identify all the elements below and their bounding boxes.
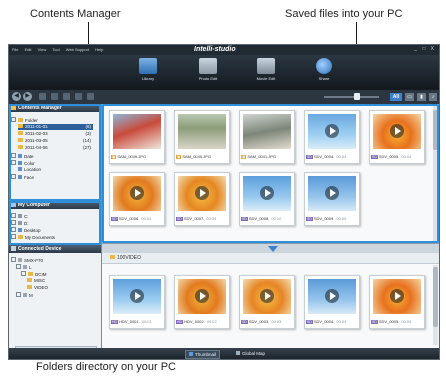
play-icon [260,289,274,303]
device-folder-header: 100VIDEO [102,253,439,264]
play-icon [325,289,339,303]
tab-library[interactable]: Library [123,57,173,81]
callout-folders-directory: Folders directory on your PC [36,361,176,373]
video-thumbnail [308,279,356,314]
collapse-icon [16,264,21,269]
back-icon[interactable]: ◀ [12,92,21,101]
folder-icon [110,255,115,259]
menu-item-edit[interactable]: Edit [25,47,32,52]
toolbar-icon[interactable] [75,93,82,100]
movie-edit-icon [257,58,275,74]
tab-movie-edit-label: Movie Edit [256,76,276,81]
camcorder-icon [18,258,22,262]
device-thumbnail-item[interactable]: SD SDV_0004. 00:04 [304,275,360,329]
tab-photo-edit-label: Photo Edit [198,76,218,81]
photo-edit-icon [199,58,217,74]
callout-saved-files: Saved files into your PC [285,8,403,20]
collapse-icon [11,257,16,262]
tree-item-smx-f70[interactable]: SMX-F70 [11,257,43,263]
intelli-studio-window: File Edit View Tool Web Support Help Int… [8,44,440,360]
callout-contents-manager: Contents Manager [30,8,121,20]
device-thumbnail-item[interactable]: SD SDV_0005. 00:05 [369,275,425,329]
video-thumbnail [113,279,161,314]
video-thumbnail [178,279,226,314]
toolbar-icon[interactable] [63,93,70,100]
play-icon [130,289,144,303]
thumbnail-icon [189,352,193,356]
menu-item-tool[interactable]: Tool [52,47,59,52]
device-thumbnail-item[interactable]: HD HDV_0002. 00:02 [174,275,230,329]
filter-all-button[interactable]: All [390,93,402,101]
connected-device-tree: SMX-F70 L DCIM MISC VIDEO M [9,254,101,344]
collapse-arrow-icon[interactable] [268,246,278,252]
tree-item-dcim[interactable]: DCIM [21,271,47,277]
folder-icon [27,278,32,282]
status-bar: Thumbnail Global Map [9,348,439,359]
device-thumbnail-item[interactable]: HD HDV_0001. 00:01 [109,275,165,329]
title-bar: File Edit View Tool Web Support Help Int… [9,45,439,55]
tab-library-label: Library [141,76,155,81]
contents-manager-highlight [9,104,101,201]
device-scrollbar[interactable] [433,265,438,345]
filter-photo-button[interactable]: ▭ [405,93,414,101]
menu-item-help[interactable]: Help [95,47,103,52]
tab-photo-edit[interactable]: Photo Edit [183,57,233,81]
connected-device-header[interactable]: Connected Device [9,245,101,253]
folder-icon [28,272,33,276]
memory-icon [23,265,27,269]
library-icon [139,58,157,74]
tab-share[interactable]: Share [299,57,349,81]
zoom-slider-handle[interactable] [354,93,360,100]
tree-item-l[interactable]: L [16,264,32,270]
window-controls[interactable]: _ □ X [414,46,436,52]
tree-item-video[interactable]: VIDEO [27,285,48,291]
tab-share-label: Share [318,76,330,81]
tree-item-misc[interactable]: MISC [27,278,45,284]
tab-thumbnail[interactable]: Thumbnail [185,350,221,359]
tab-global-map[interactable]: Global Map [233,350,268,357]
menu-item-file[interactable]: File [12,47,18,52]
saved-files-highlight [102,104,439,243]
menu-item-web-support[interactable]: Web Support [66,47,89,52]
menu-bar: File Edit View Tool Web Support Help [12,47,108,52]
camera-icon [11,246,16,251]
device-thumbnail-item[interactable]: SD SDV_0003. 00:03 [239,275,295,329]
filter-music-button[interactable]: ♪ [429,93,437,101]
toolbar-icon[interactable] [51,93,58,100]
device-folder-view: 100VIDEO HD HDV_0001. 00:01 HD HDV_0002. 00:… [102,253,439,348]
toolbar: ◀ ▶ All ▭ ▮ ♪ [9,90,439,104]
global-map-icon [236,351,240,355]
memory-icon [23,293,27,297]
folders-directory-highlight [9,201,101,245]
device-scrollbar-thumb[interactable] [433,267,438,327]
mode-bar: Library Photo Edit Movie Edit Share [9,55,439,90]
play-icon [195,289,209,303]
expand-icon [21,271,26,276]
expand-icon [16,292,21,297]
app-title: Intelli-studio [194,46,236,53]
forward-icon[interactable]: ▶ [23,92,32,101]
play-icon [390,289,404,303]
toolbar-icon[interactable] [87,93,94,100]
folder-icon [27,285,32,289]
tree-item-m[interactable]: M [16,292,33,298]
share-icon [316,58,332,74]
video-thumbnail [373,279,421,314]
filter-video-button[interactable]: ▮ [417,93,426,101]
toolbar-icon[interactable] [39,93,46,100]
tab-movie-edit[interactable]: Movie Edit [241,57,291,81]
video-thumbnail [243,279,291,314]
menu-item-view[interactable]: View [38,47,47,52]
zoom-slider-track[interactable] [324,96,379,98]
